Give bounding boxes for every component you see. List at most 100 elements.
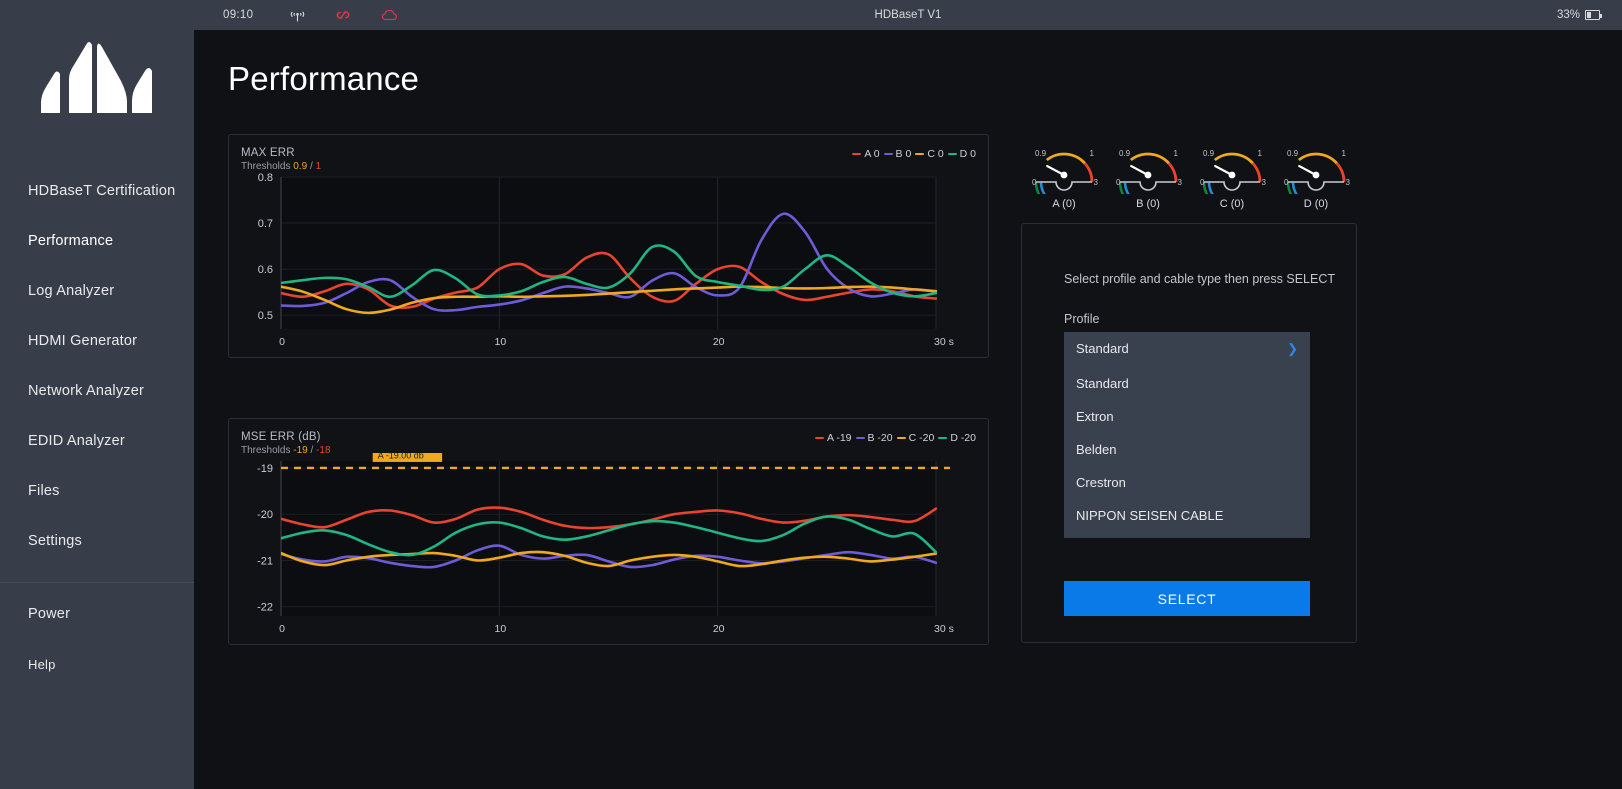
chart-title: MSE ERR (dB) <box>241 431 321 443</box>
sidebar-item-performance[interactable]: Performance <box>0 216 194 266</box>
gauge-warn-label: 0.9 <box>1287 149 1299 158</box>
sidebar-item-label: Power <box>28 606 71 622</box>
sidebar-nav: HDBaseT Certification Performance Log An… <box>0 152 194 689</box>
sidebar-item-label: Performance <box>28 233 114 249</box>
topbar: 09:10 HDBaseT V1 33% <box>194 0 1622 30</box>
chart-title: MAX ERR <box>241 147 295 159</box>
sidebar-item-network-analyzer[interactable]: Network Analyzer <box>0 366 194 416</box>
gauge-row: 0 3 0.9 1 A (0) 0 3 0.9 1 B (0) 0 3 0.9 1 C (0) 0 3 0.9 1 D… <box>1022 134 1358 214</box>
gauge-d: 0 3 0.9 1 D (0) <box>1274 134 1358 214</box>
legend-item-d[interactable]: D 0 <box>947 148 976 160</box>
sidebar-item-files[interactable]: Files <box>0 466 194 516</box>
profile-option-standard[interactable]: Standard <box>1064 367 1310 400</box>
profile-option-list: Standard Extron Belden Crestron NIPPON SEISE… <box>1064 365 1310 538</box>
content-area: Performance MAX ERR Thresholds 0.9 / 1 A… <box>194 30 1622 789</box>
x-axis-tick-label: 0 <box>279 623 285 635</box>
profile-panel: Select profile and cable type then press… <box>1021 223 1357 643</box>
legend-item-a[interactable]: A -19 <box>814 432 852 444</box>
sidebar-item-label: HDBaseT Certification <box>28 183 176 199</box>
x-axis-tick-label: 10 <box>494 623 506 635</box>
gauge-hub <box>1144 171 1152 179</box>
legend-item-d[interactable]: D -20 <box>938 432 976 444</box>
y-axis-tick-label: 0.5 <box>258 310 273 322</box>
profile-field-label: Profile <box>1064 312 1100 326</box>
cloud-icon <box>382 9 398 20</box>
gauge-dial: 0 30.9 1 <box>1116 149 1183 194</box>
gauge-arc-orange <box>1213 152 1254 165</box>
x-axis-tick-label: 20 <box>713 623 725 635</box>
sidebar-item-help[interactable]: Help <box>0 639 194 689</box>
legend-item-b[interactable]: B -20 <box>855 432 893 444</box>
sidebar-item-log-analyzer[interactable]: Log Analyzer <box>0 266 194 316</box>
gauge-dial: 0 30.9 1 <box>1200 149 1267 194</box>
sidebar-item-label: Help <box>28 656 56 672</box>
gauge-min-label: 0 <box>1200 178 1205 187</box>
legend-label: D -20 <box>950 432 976 444</box>
sidebar-item-hdbaset-certification[interactable]: HDBaseT Certification <box>0 166 194 216</box>
legend-item-c[interactable]: C 0 <box>915 148 944 160</box>
x-axis-tick-label: 0 <box>279 336 285 348</box>
profile-option-nippon-seisen-cable[interactable]: NIPPON SEISEN CABLE <box>1064 499 1310 532</box>
gauge-base <box>1120 181 1176 191</box>
gauge-max-label: 3 <box>1346 178 1351 187</box>
profile-option-extron[interactable]: Extron <box>1064 400 1310 433</box>
profile-option-crestron[interactable]: Crestron <box>1064 466 1310 499</box>
gauge-c: 0 3 0.9 1 C (0) <box>1190 134 1274 214</box>
chart-legend-mse-err: A -19 B -20 C -20 D -20 <box>813 432 976 444</box>
battery-status: 33% <box>1557 9 1603 21</box>
y-axis-tick-label: 0.6 <box>258 264 273 276</box>
wifi-icon <box>291 11 305 22</box>
profile-option-belden[interactable]: Belden <box>1064 433 1310 466</box>
gauge-crit-label: 1 <box>1342 149 1347 158</box>
sidebar-item-hdmi-generator[interactable]: HDMI Generator <box>0 316 194 366</box>
gauge-base <box>1288 181 1344 191</box>
gauge-label: D (0) <box>1303 198 1329 210</box>
gauge-arc-red <box>1251 162 1262 183</box>
y-axis-tick-label: 0.7 <box>258 218 273 230</box>
legend-label: D 0 <box>959 148 976 160</box>
legend-label: B -20 <box>867 432 893 444</box>
gauge-min-label: 0 <box>1116 178 1121 187</box>
chart-svg: 0.5 0.6 0.7 0.8 0 10 20 30 s <box>258 172 954 348</box>
sidebar-item-power[interactable]: Power <box>0 589 194 639</box>
gauge-crit-label: 1 <box>1090 149 1095 158</box>
sidebar-item-edid-analyzer[interactable]: EDID Analyzer <box>0 416 194 466</box>
sidebar-item-label: Network Analyzer <box>28 383 145 399</box>
gauge-crit-label: 1 <box>1174 149 1179 158</box>
profile-select[interactable]: Standard ❯ <box>1064 332 1310 365</box>
select-button[interactable]: SELECT <box>1064 581 1310 616</box>
tooltip-text: A -19.00 db <box>378 453 424 460</box>
page-title: Performance <box>228 60 420 97</box>
gauge-arc-blue <box>1291 182 1298 194</box>
sidebar-divider <box>0 582 194 583</box>
gauge-dial: 0 30.9 1 <box>1032 149 1099 194</box>
gauge-crit-label: 1 <box>1258 149 1263 158</box>
legend-item-c[interactable]: C -20 <box>896 432 934 444</box>
legend-item-a[interactable]: A 0 <box>852 148 880 160</box>
gauge-max-label: 3 <box>1094 178 1099 187</box>
sidebar-item-label: HDMI Generator <box>28 333 138 349</box>
chart-plot-mse-err: -19 -20 -21 -22 0 10 20 30 s A -19.00 db <box>229 453 990 646</box>
gauge-warn-label: 0.9 <box>1119 149 1131 158</box>
gauge-arc-orange <box>1045 152 1086 165</box>
mountain-logo <box>41 42 152 113</box>
sidebar-item-label: Files <box>28 483 60 499</box>
legend-label: A -19 <box>826 432 852 444</box>
sidebar: HDBaseT Certification Performance Log An… <box>0 0 194 789</box>
gauge-min-label: 0 <box>1284 178 1289 187</box>
y-axis-tick-label: -21 <box>257 555 273 567</box>
battery-icon <box>1585 10 1603 20</box>
chart-card-mse-err: MSE ERR (dB) Thresholds -19 / -18 A -19 … <box>228 418 989 645</box>
legend-item-b[interactable]: B 0 <box>883 148 911 160</box>
sidebar-item-settings[interactable]: Settings <box>0 516 194 566</box>
legend-label: C 0 <box>927 148 944 160</box>
gauge-hub <box>1060 171 1068 179</box>
x-axis-tick-label: 10 <box>494 336 506 348</box>
sidebar-item-label: Log Analyzer <box>28 283 115 299</box>
legend-label: A 0 <box>864 148 880 160</box>
logo-container <box>0 0 194 152</box>
x-axis-tick-label: 30 s <box>934 623 954 635</box>
sidebar-item-label: EDID Analyzer <box>28 433 125 449</box>
gauge-arc-orange <box>1129 152 1170 165</box>
app-root: HDBaseT Certification Performance Log An… <box>0 0 1622 789</box>
